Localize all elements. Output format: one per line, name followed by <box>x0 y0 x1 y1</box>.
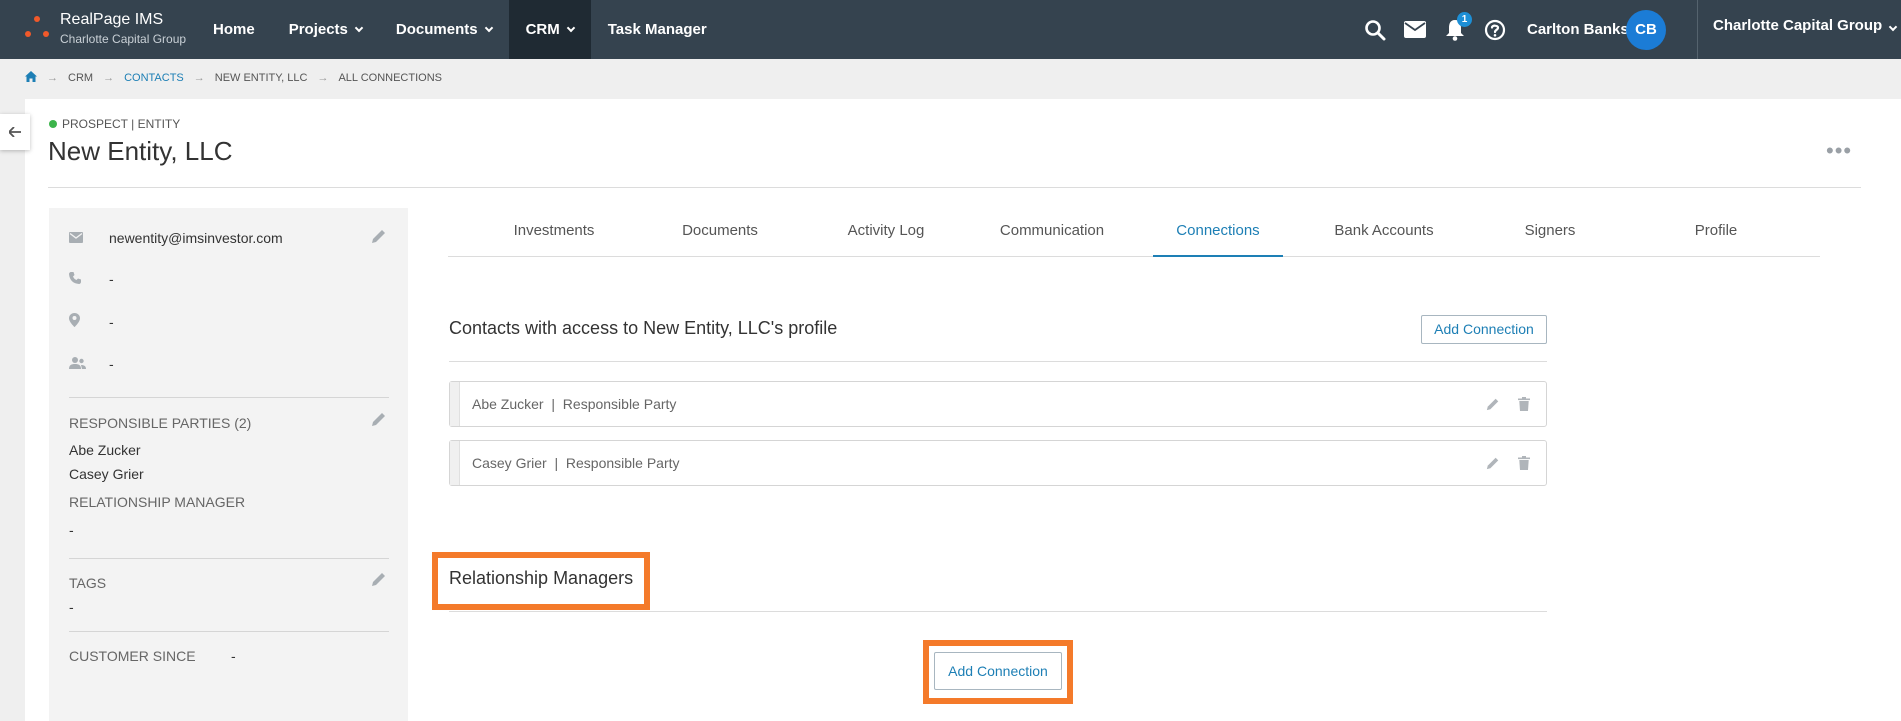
section-divider <box>449 611 1547 612</box>
responsible-party-link[interactable]: Casey Grier <box>69 466 144 482</box>
breadcrumb-entity[interactable]: NEW ENTITY, LLC <box>215 72 308 84</box>
chevron-down-icon <box>566 23 575 32</box>
home-icon[interactable] <box>25 71 37 85</box>
connections-section-title: Contacts with access to New Entity, LLC'… <box>449 318 838 338</box>
app-org-subtitle: Charlotte Capital Group <box>60 32 187 46</box>
tab-investments[interactable]: Investments <box>489 214 619 257</box>
avatar[interactable]: CB <box>1626 10 1666 50</box>
section-divider <box>449 361 1547 362</box>
mail-icon[interactable] <box>1395 0 1435 59</box>
address-row: - <box>69 313 114 330</box>
arrow-left-icon <box>9 127 21 137</box>
add-connection-button[interactable]: Add Connection <box>1421 315 1547 344</box>
tab-communication[interactable]: Communication <box>987 214 1117 257</box>
contact-row: - <box>69 356 114 372</box>
email-row: newentity@imsinvestor.com <box>69 230 283 246</box>
realpage-logo-icon <box>22 11 52 45</box>
breadcrumb-arrow-icon: → <box>193 72 205 84</box>
tab-bar: Investments Documents Activity Log Commu… <box>448 214 1820 257</box>
header-divider-line <box>48 187 1861 188</box>
phone-row: - <box>69 271 114 287</box>
relationship-managers-title: Relationship Managers <box>449 568 634 588</box>
status-label: PROSPECT | ENTITY <box>62 117 181 131</box>
connection-role: Responsible Party <box>562 396 677 412</box>
breadcrumb-crm[interactable]: CRM <box>68 72 93 84</box>
customer-since-value: - <box>231 648 236 664</box>
customer-since-header: CUSTOMER SINCE <box>69 648 196 664</box>
address-value: - <box>109 313 114 330</box>
breadcrumb-current: ALL CONNECTIONS <box>338 72 442 84</box>
sidebar-divider <box>69 631 389 632</box>
user-group-icon <box>69 356 89 372</box>
breadcrumb: → CRM → CONTACTS → NEW ENTITY, LLC → ALL… <box>25 71 442 85</box>
main-nav: Home Projects Documents CRM Task Manager <box>196 0 724 59</box>
nav-task-manager[interactable]: Task Manager <box>591 0 724 59</box>
status-dot-icon <box>49 120 57 128</box>
tab-bank-accounts[interactable]: Bank Accounts <box>1319 214 1449 257</box>
sidebar-divider <box>69 397 389 398</box>
edit-pencil-icon[interactable] <box>371 228 387 244</box>
trash-icon[interactable] <box>1518 456 1530 470</box>
top-navigation-bar: RealPage IMS Charlotte Capital Group Hom… <box>0 0 1901 59</box>
tags-header: TAGS <box>69 575 107 591</box>
back-button[interactable] <box>0 114 30 150</box>
nav-documents[interactable]: Documents <box>379 0 509 59</box>
nav-crm[interactable]: CRM <box>508 0 591 59</box>
contact-value: - <box>109 356 114 372</box>
breadcrumb-arrow-icon: → <box>103 72 115 84</box>
breadcrumb-contacts[interactable]: CONTACTS <box>124 72 184 84</box>
brand[interactable]: RealPage IMS Charlotte Capital Group <box>22 11 186 46</box>
contact-sidebar: newentity@imsinvestor.com - - - RESPONSI… <box>49 208 408 721</box>
edit-pencil-icon[interactable] <box>1486 456 1500 470</box>
tags-value: - <box>69 599 74 615</box>
edit-pencil-icon[interactable] <box>371 571 387 587</box>
more-options-icon[interactable]: ••• <box>1826 138 1852 164</box>
connection-row: Casey Grier | Responsible Party <box>449 440 1547 486</box>
breadcrumb-arrow-icon: → <box>317 72 329 84</box>
connection-role: Responsible Party <box>565 455 680 471</box>
sidebar-divider <box>69 558 389 559</box>
connection-name: Casey Grier <box>472 455 547 471</box>
map-pin-icon <box>69 313 89 330</box>
nav-projects[interactable]: Projects <box>272 0 379 59</box>
tab-documents[interactable]: Documents <box>655 214 785 257</box>
relationship-manager-value: - <box>69 522 74 538</box>
app-name: RealPage IMS <box>60 11 164 28</box>
notification-count-badge: 1 <box>1457 12 1472 27</box>
edit-pencil-icon[interactable] <box>1486 397 1500 411</box>
chevron-down-icon <box>1888 22 1898 32</box>
add-manager-connection-button[interactable]: Add Connection <box>934 652 1062 690</box>
responsible-party-link[interactable]: Abe Zucker <box>69 442 141 458</box>
user-name[interactable]: Carlton Banks <box>1527 0 1629 59</box>
tab-connections[interactable]: Connections <box>1153 214 1283 257</box>
email-link[interactable]: newentity@imsinvestor.com <box>109 230 283 246</box>
trash-icon[interactable] <box>1518 397 1530 411</box>
header-divider <box>1697 0 1698 59</box>
org-selector[interactable]: Charlotte Capital Group <box>1713 0 1898 52</box>
chevron-down-icon <box>484 23 493 32</box>
page-title: New Entity, LLC <box>48 136 233 166</box>
connection-row: Abe Zucker | Responsible Party <box>449 381 1547 427</box>
entity-status: PROSPECT | ENTITY <box>49 117 180 131</box>
bell-icon[interactable]: 1 <box>1435 0 1475 59</box>
phone-value: - <box>109 271 114 287</box>
responsible-parties-header: RESPONSIBLE PARTIES (2) <box>69 415 252 431</box>
nav-home[interactable]: Home <box>196 0 272 59</box>
tab-profile[interactable]: Profile <box>1651 214 1781 257</box>
tab-activity-log[interactable]: Activity Log <box>821 214 951 257</box>
tab-signers[interactable]: Signers <box>1485 214 1615 257</box>
connection-name: Abe Zucker <box>472 396 544 412</box>
relationship-manager-header: RELATIONSHIP MANAGER <box>69 494 246 510</box>
help-icon[interactable] <box>1475 0 1515 59</box>
chevron-down-icon <box>354 23 364 32</box>
breadcrumb-arrow-icon: → <box>47 72 58 84</box>
phone-icon <box>69 271 89 287</box>
header-icons: 1 <box>1355 0 1515 59</box>
search-icon[interactable] <box>1355 0 1395 59</box>
envelope-icon <box>69 230 89 246</box>
edit-pencil-icon[interactable] <box>371 411 387 427</box>
